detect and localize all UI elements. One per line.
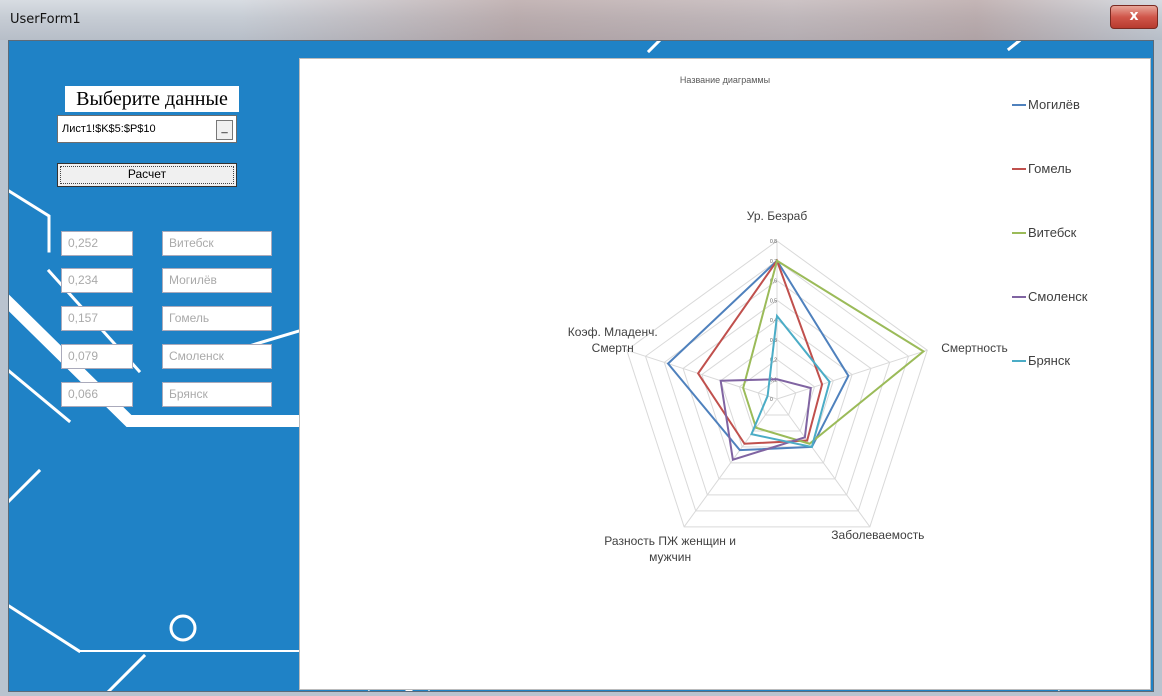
result-city-5[interactable]: Брянск [162, 382, 272, 407]
result-value-2[interactable]: 0,234 [61, 268, 133, 293]
range-value: Лист1!$K$5:$P$10 [62, 123, 156, 135]
category-label: Смертность [941, 341, 1008, 355]
category-label: Разность ПЖ женщин и [604, 534, 736, 548]
calculate-button[interactable]: Расчет [57, 163, 237, 187]
result-city-1[interactable]: Витебск [162, 231, 272, 256]
legend-entry: Смоленск [1028, 289, 1088, 304]
legend-entry: Витебск [1028, 225, 1077, 240]
result-value-3[interactable]: 0,157 [61, 306, 133, 331]
category-label: Смертн [592, 341, 634, 355]
chart-area: Название диаграммы 0 0,1 0,2 0,3 0,4 0,5 0,6 0,7… [299, 58, 1151, 690]
series-line [750, 313, 831, 449]
legend-entry: Могилёв [1028, 97, 1080, 112]
tick-label: 0,8 [770, 239, 777, 245]
close-button[interactable]: x [1110, 5, 1158, 29]
result-value-4[interactable]: 0,079 [61, 344, 133, 369]
legend-entry: Гомель [1028, 161, 1072, 176]
title-bar-decoration [240, 0, 1160, 40]
window-title: UserForm1 [10, 12, 81, 27]
range-input[interactable]: Лист1!$K$5:$P$10 _ [57, 115, 237, 143]
chart-title: Название диаграммы [680, 75, 770, 85]
form-client-area: Выберите данные Лист1!$K$5:$P$10 _ Расче… [8, 40, 1154, 692]
title-bar: UserForm1 x [0, 0, 1162, 40]
result-city-4[interactable]: Смоленск [162, 344, 272, 369]
category-label: Ур. Безраб [747, 209, 808, 223]
result-city-2[interactable]: Могилёв [162, 268, 272, 293]
legend-entry: Брянск [1028, 353, 1070, 368]
tick-label: 0 [770, 397, 773, 403]
category-label: Коэф. Младенч. [568, 325, 658, 339]
tick-label: 0,5 [770, 298, 777, 304]
result-value-5[interactable]: 0,066 [61, 382, 133, 407]
result-city-3[interactable]: Гомель [162, 306, 272, 331]
category-label: мужчин [649, 550, 691, 564]
radar-chart: Название диаграммы00,10,20,30,40,50,60,7… [568, 75, 1088, 564]
result-value-1[interactable]: 0,252 [61, 231, 133, 256]
select-data-heading: Выберите данные [65, 86, 239, 112]
radial-axis [776, 349, 928, 400]
category-label: Заболеваемость [831, 528, 924, 542]
range-select-button[interactable]: _ [216, 120, 233, 140]
radial-axis [626, 349, 778, 400]
